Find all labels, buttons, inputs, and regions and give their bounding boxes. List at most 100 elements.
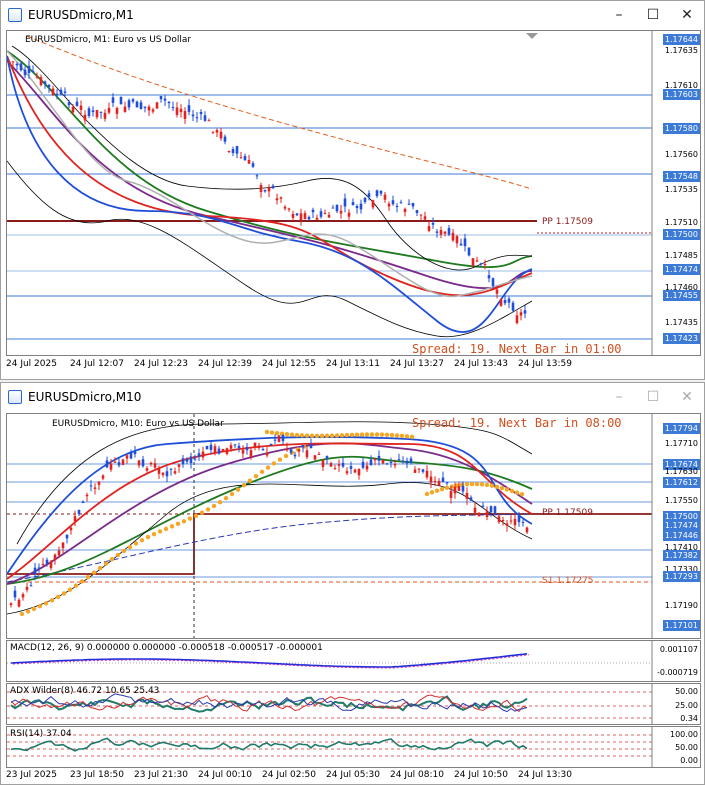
candle-body: [9, 603, 13, 606]
adx-pane[interactable]: ADX Wilder(8) 46.72 10.65 25.43 50.00 25…: [6, 683, 701, 725]
candle-body: [59, 89, 63, 95]
candle-body: [111, 97, 115, 103]
candle-body: [197, 453, 201, 457]
price-axis-tag: 1.17580: [662, 123, 700, 134]
psar-dot: [211, 503, 217, 509]
price-axis-tag: 1.17423: [662, 333, 700, 344]
candle-body: [325, 456, 329, 459]
candle-body: [465, 492, 469, 499]
candle-body: [457, 486, 461, 491]
psar-dot: [319, 433, 325, 439]
candle-body: [377, 455, 381, 461]
candle-body: [353, 469, 357, 473]
psar-dot: [31, 606, 37, 612]
psar-dot: [73, 583, 79, 588]
candle-body: [265, 452, 269, 456]
window-title-bar[interactable]: EURUSDmicro,M1: [1, 1, 704, 29]
candle-body: [205, 446, 209, 450]
close-button[interactable]: ✕: [670, 1, 704, 29]
maximize-button[interactable]: ☐: [636, 383, 670, 411]
macd-label: MACD(12, 26, 9) 0.000000 0.000000 -0.000…: [10, 643, 323, 653]
candle-body: [489, 506, 493, 513]
window-title-bar[interactable]: EURUSDmicro,M10: [1, 383, 704, 411]
price-axis-tag: 1.17190: [664, 601, 698, 610]
price-chart-m10[interactable]: [7, 414, 701, 639]
price-pane-m10[interactable]: EURUSDmicro, M10: Euro vs US Dollar Spre…: [6, 413, 701, 639]
candle-body: [279, 197, 283, 199]
close-button[interactable]: ✕: [670, 383, 704, 411]
candle-body: [181, 458, 185, 465]
psar-dot: [434, 488, 440, 493]
candle-body: [499, 299, 503, 306]
rsi-pane[interactable]: RSI(14) 37.04 100.00 50.00 0.00: [6, 726, 701, 768]
time-axis-label: 23 Jul 21:30: [134, 770, 188, 780]
psar-dot: [424, 491, 430, 497]
psar-dot: [394, 433, 400, 438]
chart-symbol-label: EURUSDmicro, M1: Euro vs US Dollar: [25, 35, 192, 45]
candle-body: [91, 110, 95, 113]
candle-body: [451, 232, 455, 241]
candle-body: [473, 507, 477, 513]
candle-body: [481, 505, 485, 507]
psar-dot: [469, 481, 475, 487]
psar-dot: [169, 524, 175, 529]
price-axis-tag: 1.17382: [662, 550, 700, 561]
candle-body: [449, 491, 453, 498]
chart-window-m1[interactable]: EURUSDmicro,M1 – ☐ ✕ EURUSDmicro, M1: Eu…: [0, 0, 705, 380]
candle-body: [251, 163, 255, 167]
candle-body: [117, 462, 121, 466]
candle-body: [207, 120, 211, 122]
minimize-button[interactable]: –: [602, 383, 636, 411]
psar-dot: [339, 433, 345, 438]
psar-dot: [329, 433, 335, 438]
candle-body: [241, 449, 245, 454]
candle-body: [113, 461, 117, 463]
psar-dot: [19, 611, 25, 617]
price-axis-tag: 1.17500: [662, 229, 700, 240]
candle-body: [437, 480, 441, 486]
maximize-button[interactable]: ☐: [636, 1, 670, 29]
candle-body: [21, 594, 25, 598]
candle-body: [323, 212, 327, 214]
candle-body: [39, 77, 43, 86]
candle-body: [255, 175, 259, 177]
time-axis-label: 24 Jul 12:39: [198, 359, 252, 369]
candle-body: [507, 298, 511, 303]
chart-window-m10[interactable]: EURUSDmicro,M10 – ☐ ✕ EURUSDmicro, M10: …: [0, 382, 705, 785]
candle-body: [67, 102, 71, 106]
psar-dot: [253, 474, 259, 479]
price-pane-m1[interactable]: EURUSDmicro, M1: Euro vs US Dollar Sprea…: [6, 30, 701, 356]
candle-body: [95, 109, 99, 118]
candle-body: [367, 193, 371, 198]
candle-body: [41, 563, 45, 565]
candle-body: [155, 102, 159, 109]
price-chart-m1[interactable]: [7, 31, 701, 356]
candle-body: [61, 542, 65, 549]
candle-body: [249, 450, 253, 457]
candle-body: [409, 458, 413, 463]
candle-body: [381, 459, 385, 464]
psar-dot: [205, 507, 211, 512]
psar-dot: [97, 565, 103, 571]
candle-body: [229, 445, 233, 449]
candle-body: [297, 449, 301, 452]
macd-pane[interactable]: MACD(12, 26, 9) 0.000000 0.000000 -0.000…: [6, 640, 701, 682]
candle-body: [419, 214, 423, 216]
candle-body: [391, 200, 395, 205]
time-axis-label: 24 Jul 13:30: [518, 770, 572, 780]
time-axis-label: 23 Jul 2025: [6, 770, 57, 780]
candle-body: [509, 520, 513, 522]
candle-body: [17, 599, 21, 607]
candle-body: [203, 115, 207, 121]
candle-body: [33, 567, 37, 575]
candle-body: [415, 210, 419, 213]
candle-body: [269, 443, 273, 446]
candle-body: [337, 464, 341, 466]
candle-body: [193, 458, 197, 460]
candle-body: [359, 203, 363, 210]
minimize-button[interactable]: –: [602, 1, 636, 29]
candle-body: [363, 197, 367, 202]
candle-body: [231, 149, 235, 154]
psar-dot: [265, 465, 271, 470]
candle-body: [373, 459, 377, 461]
